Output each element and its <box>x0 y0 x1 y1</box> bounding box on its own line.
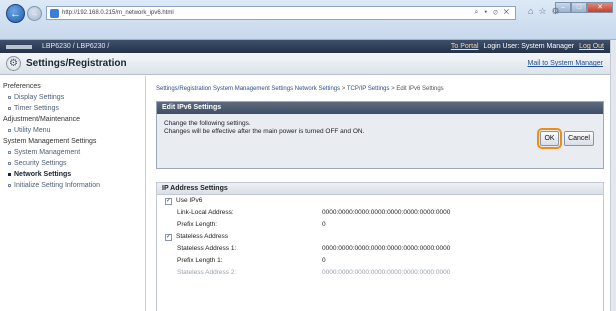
edit-ipv6-panel: Edit IPv6 Settings Change the following … <box>156 101 604 169</box>
stateless-address-1-row: Stateless Address 1: 0000:0000:0000:0000… <box>157 243 603 255</box>
ip-settings-title: IP Address Settings <box>157 183 603 195</box>
browser-chrome: – □ ✕ ← → http://192.168.0.215/m_network… <box>0 0 616 40</box>
address-tools-icons[interactable]: ⌕ ▾ ⊘ ✕ <box>474 7 511 19</box>
login-user-text: Login User: System Manager <box>483 43 575 50</box>
bullet-icon <box>8 107 11 110</box>
link-local-label: Link-Local Address: <box>177 209 234 216</box>
breadcrumb-link[interactable]: System Management Settings <box>213 86 293 92</box>
close-window-button[interactable]: ✕ <box>587 2 613 13</box>
edit-panel-title: Edit IPv6 Settings <box>157 102 603 114</box>
prefix-length-1-value: 0 <box>322 257 326 264</box>
sidebar-item-display-settings[interactable]: Display Settings <box>0 92 145 103</box>
browser-toolbar: ⌂ ☆ ⚙ <box>528 6 560 17</box>
link-local-value: 0000:0000:0000:0000:0000:0000:0000:0000 <box>322 209 451 216</box>
top-bar: LBP6230 / LBP6230 / To Portal Login User… <box>0 40 610 53</box>
prefix-length-1-row: Prefix Length 1: 0 <box>157 255 603 267</box>
stateless-address-1-value: 0000:0000:0000:0000:0000:0000:0000:0000 <box>322 245 451 252</box>
breadcrumb-separator: > <box>341 86 346 92</box>
sidebar-item-label: Display Settings <box>14 94 65 101</box>
main-content: Settings/Registration System Management … <box>152 76 604 311</box>
stateless-address-label: Stateless Address <box>176 233 229 240</box>
ok-button[interactable]: OK <box>537 128 562 149</box>
address-url[interactable]: http://192.168.0.215/m_network_ipv6.html <box>62 10 174 16</box>
bullet-icon <box>8 162 11 165</box>
stateless-address-checkbox[interactable]: ✓ <box>165 233 172 241</box>
sidebar-item-label: System Management <box>14 149 81 156</box>
use-ipv6-row: ✓ Use IPv6 <box>157 195 603 207</box>
sidebar: Preferences Display Settings Timer Setti… <box>0 76 146 311</box>
breadcrumb-link[interactable]: TCP/IP Settings <box>347 86 390 92</box>
sidebar-item-label: Security Settings <box>14 160 67 167</box>
sidebar-item-initialize-setting-information[interactable]: Initialize Setting Information <box>0 180 145 191</box>
use-ipv6-checkbox[interactable]: ✓ <box>165 197 172 205</box>
back-arrow-icon[interactable]: ← <box>6 4 25 23</box>
breadcrumb-link[interactable]: Settings/Registration <box>156 86 211 92</box>
maximize-button[interactable]: □ <box>571 2 587 13</box>
stateless-address-2-label: Stateless Address 2: <box>177 269 237 276</box>
sidebar-item-timer-settings[interactable]: Timer Settings <box>0 103 145 114</box>
settings-gear-icon: ⚙ <box>6 56 21 71</box>
mail-system-manager-link[interactable]: Mail to System Manager <box>528 60 603 67</box>
sidebar-item-security-settings[interactable]: Security Settings <box>0 158 145 169</box>
bullet-icon <box>8 151 11 154</box>
sidebar-item-label: Timer Settings <box>14 105 59 112</box>
link-local-row: Link-Local Address: 0000:0000:0000:0000:… <box>157 207 603 219</box>
power-notice-text: Changes will be effective after the main… <box>164 128 365 135</box>
sidebar-group-system-management-settings[interactable]: System Management Settings <box>0 136 145 147</box>
forward-arrow-icon[interactable]: → <box>27 6 42 21</box>
bullet-icon <box>8 184 11 187</box>
breadcrumb-link[interactable]: Network Settings <box>295 86 340 92</box>
site-favicon-icon <box>50 8 59 18</box>
address-bar[interactable]: http://192.168.0.215/m_network_ipv6.html… <box>46 6 516 20</box>
sidebar-item-network-settings[interactable]: Network Settings <box>0 169 145 180</box>
window-controls: – □ ✕ <box>555 2 613 13</box>
prefix-length-value: 0 <box>322 221 326 228</box>
brand-logo <box>6 44 32 49</box>
bullet-icon <box>8 96 11 99</box>
web-page: LBP6230 / LBP6230 / To Portal Login User… <box>0 40 610 311</box>
sidebar-item-label: Utility Menu <box>14 127 51 134</box>
prefix-length-1-label: Prefix Length 1: <box>177 257 223 264</box>
top-bar-links: To Portal Login User: System Manager Log… <box>448 43 604 50</box>
ip-address-settings-panel: IP Address Settings ✓ Use IPv6 Link-Loca… <box>156 182 604 311</box>
breadcrumb-current: Edit IPv6 Settings <box>396 86 444 92</box>
use-ipv6-label: Use IPv6 <box>176 197 203 204</box>
prefix-length-row: Prefix Length: 0 <box>157 219 603 231</box>
bullet-icon <box>8 129 11 132</box>
sidebar-item-system-management[interactable]: System Management <box>0 147 145 158</box>
stateless-address-2-row: Stateless Address 2: 0000:0000:0000:0000… <box>157 267 603 279</box>
sidebar-item-label: Network Settings <box>14 171 72 178</box>
stateless-address-row: ✓ Stateless Address <box>157 231 603 243</box>
home-icon[interactable]: ⌂ <box>528 6 533 17</box>
bullet-icon <box>8 173 11 176</box>
sidebar-item-label: Initialize Setting Information <box>14 182 100 189</box>
gear-icon[interactable]: ⚙ <box>552 6 560 17</box>
star-icon[interactable]: ☆ <box>538 6 546 17</box>
sidebar-group-adjustment-maintenance[interactable]: Adjustment/Maintenance <box>0 114 145 125</box>
page-scrollbar[interactable] <box>610 40 616 311</box>
log-out-link[interactable]: Log Out <box>579 43 604 50</box>
prefix-length-label: Prefix Length: <box>177 221 218 228</box>
breadcrumb-separator: > <box>391 86 395 92</box>
sidebar-item-utility-menu[interactable]: Utility Menu <box>0 125 145 136</box>
sidebar-group-preferences[interactable]: Preferences <box>0 81 145 92</box>
title-bar: ⚙ Settings/Registration Mail to System M… <box>0 53 610 75</box>
instruction-text: Change the following settings. <box>164 120 251 127</box>
cancel-button[interactable]: Cancel <box>564 131 594 146</box>
edit-panel-body: Change the following settings. Changes w… <box>157 114 603 168</box>
printer-model: LBP6230 / LBP6230 / <box>42 43 110 50</box>
stateless-address-1-label: Stateless Address 1: <box>177 245 237 252</box>
page-title: Settings/Registration <box>26 58 127 69</box>
breadcrumb: Settings/Registration System Management … <box>156 86 604 92</box>
stateless-address-2-value: 0000:0000:0000:0000:0000:0000:0000:0000 <box>322 269 451 276</box>
to-portal-link[interactable]: To Portal <box>451 43 479 50</box>
